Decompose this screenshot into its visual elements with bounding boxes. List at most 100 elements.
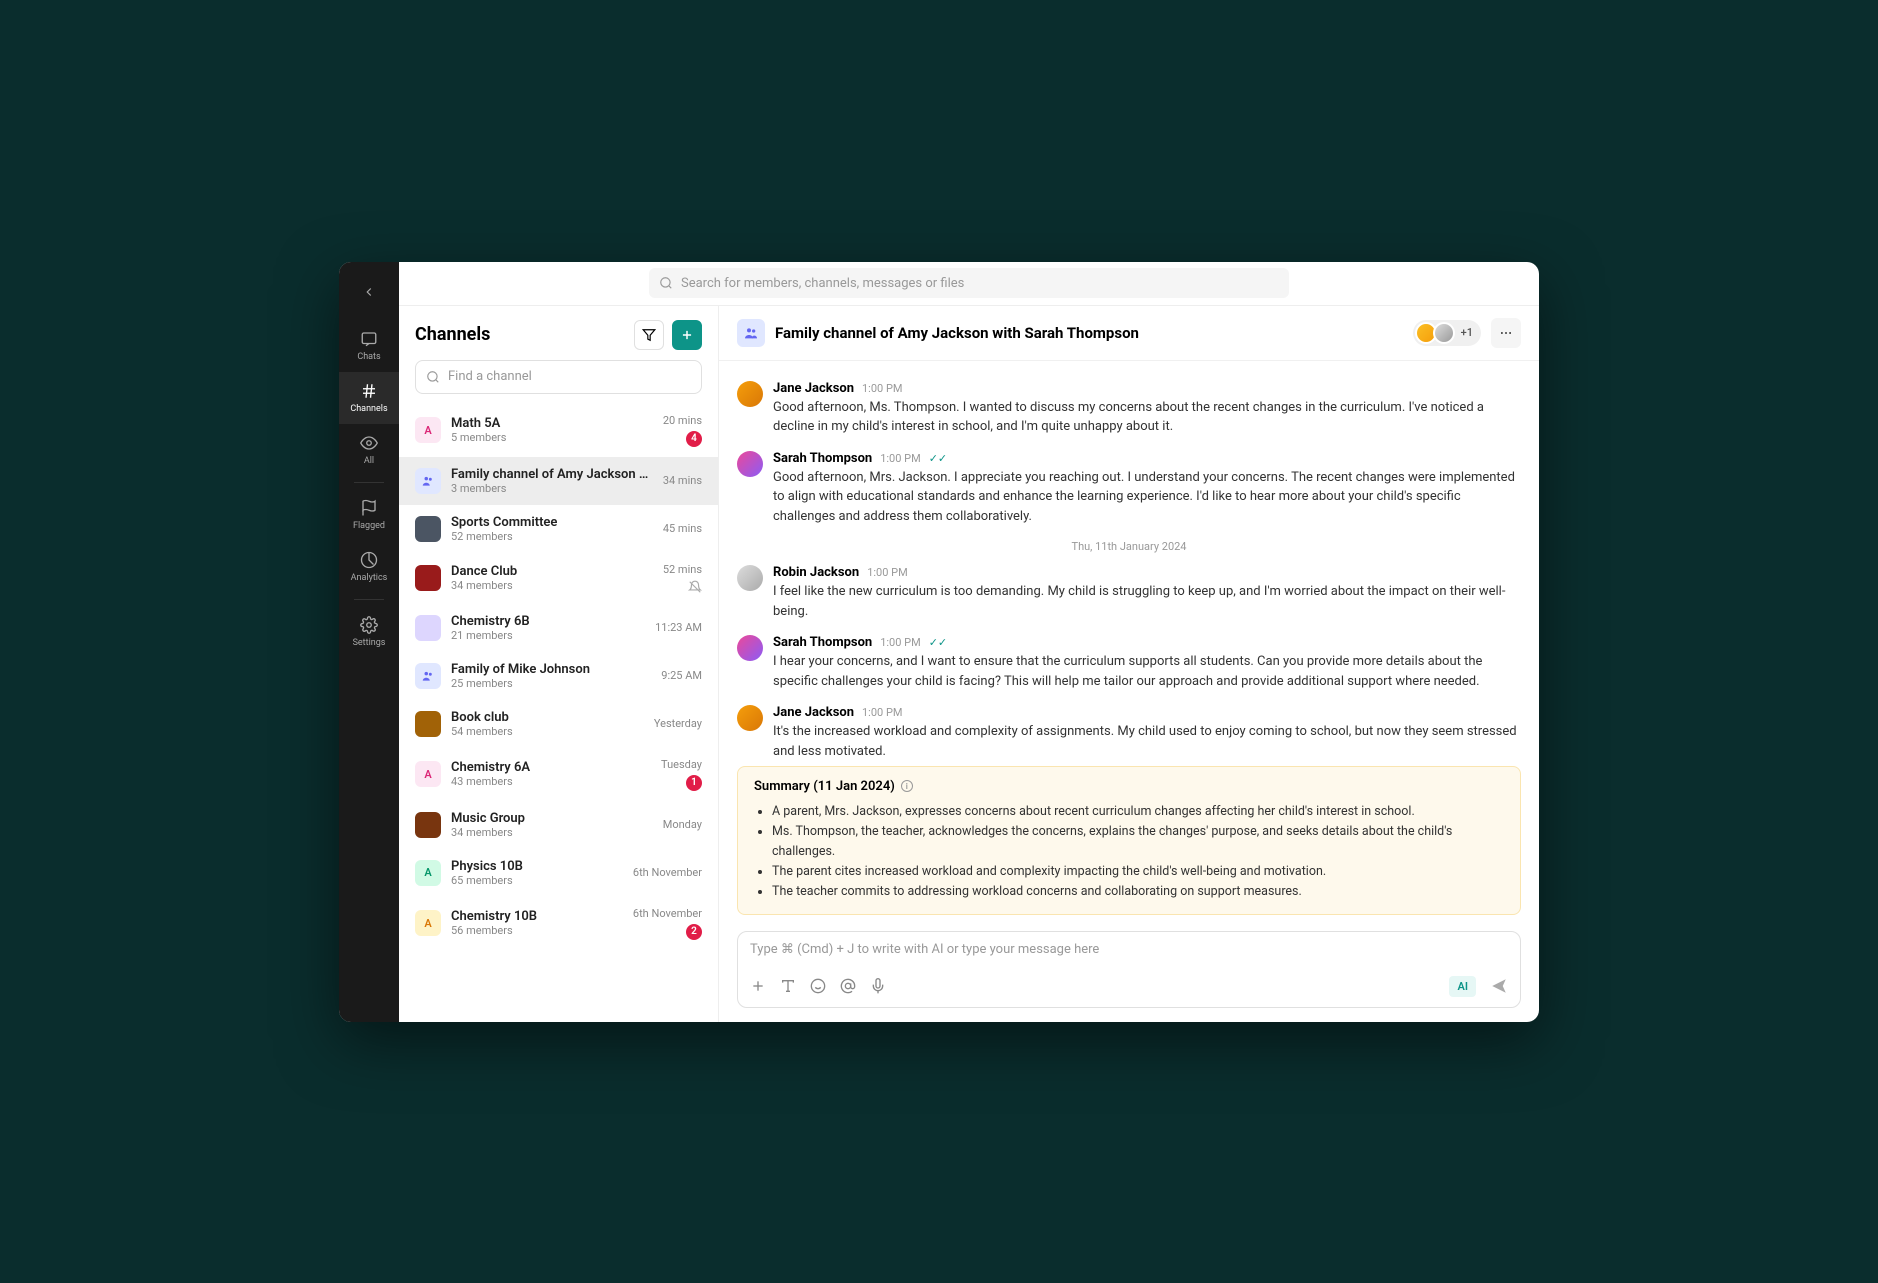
channel-list[interactable]: A Math 5A 5 members 20 mins 4 Family cha… [399, 404, 718, 1022]
channel-members: 34 members [451, 579, 653, 592]
nav-label: Analytics [351, 573, 388, 583]
info-icon[interactable]: i [901, 780, 913, 792]
message-avatar [737, 705, 763, 731]
channel-item[interactable]: Sports Committee 52 members 45 mins [399, 505, 718, 553]
channel-name: Physics 10B [451, 859, 623, 874]
unread-badge: 2 [686, 924, 702, 940]
member-avatars[interactable]: +1 [1413, 320, 1481, 346]
format-button[interactable] [780, 978, 796, 994]
channel-search-input[interactable]: Find a channel [415, 360, 702, 394]
message: Sarah Thompson 1:00 PM ✓✓ Good afternoon… [737, 451, 1521, 527]
channel-name: Music Group [451, 811, 653, 826]
nav-chats[interactable]: Chats [339, 320, 399, 372]
message-time: 1:00 PM [880, 452, 920, 465]
channel-name: Chemistry 6A [451, 760, 651, 775]
channel-name: Dance Club [451, 564, 653, 579]
nav-flagged[interactable]: Flagged [339, 489, 399, 541]
channel-avatar [415, 663, 441, 689]
channel-item[interactable]: Dance Club 34 members 52 mins [399, 553, 718, 604]
hash-icon [360, 382, 378, 400]
channel-item[interactable]: Chemistry 6B 21 members 11:23 AM [399, 604, 718, 652]
channel-avatar: A [415, 860, 441, 886]
message: Jane Jackson 1:00 PM Good afternoon, Ms.… [737, 381, 1521, 437]
dots-icon [1499, 326, 1513, 340]
channel-avatar [415, 565, 441, 591]
channel-members: 56 members [451, 924, 623, 937]
summary-title: Summary (11 Jan 2024) i [754, 779, 1504, 794]
nav-channels[interactable]: Channels [339, 372, 399, 424]
channel-item[interactable]: A Chemistry 10B 56 members 6th November … [399, 897, 718, 950]
channel-time: 6th November [633, 866, 702, 879]
mention-button[interactable] [840, 978, 856, 994]
channel-members: 65 members [451, 874, 623, 887]
channel-name: Chemistry 10B [451, 909, 623, 924]
emoji-button[interactable] [810, 978, 826, 994]
filter-icon [642, 328, 656, 342]
message-author: Jane Jackson [773, 705, 854, 720]
channel-item[interactable]: Family channel of Amy Jackson with S... … [399, 457, 718, 505]
composer-toolbar: AI [750, 976, 1508, 997]
add-channel-button[interactable] [672, 320, 702, 350]
analytics-icon [360, 551, 378, 569]
channel-avatar [415, 615, 441, 641]
send-button[interactable] [1490, 977, 1508, 995]
message-avatar [737, 635, 763, 661]
avatar-more-count: +1 [1461, 326, 1473, 339]
read-check-icon: ✓✓ [929, 636, 947, 649]
channel-time: 9:25 AM [661, 669, 702, 682]
channel-members: 21 members [451, 629, 645, 642]
channel-members: 3 members [451, 482, 653, 495]
channel-time: Yesterday [654, 717, 702, 730]
attach-button[interactable] [750, 978, 766, 994]
chat-more-button[interactable] [1491, 318, 1521, 348]
search-icon [659, 276, 673, 290]
global-search-input[interactable]: Search for members, channels, messages o… [649, 268, 1289, 298]
mic-button[interactable] [870, 978, 886, 994]
message: Jane Jackson 1:00 PM It's the increased … [737, 705, 1521, 758]
channel-sidebar: Channels Find a channel A Math 5A 5 memb… [399, 306, 719, 1022]
sidebar-header: Channels [399, 306, 718, 360]
nav-all[interactable]: All [339, 424, 399, 476]
gear-icon [360, 616, 378, 634]
sidebar-title: Channels [415, 324, 626, 345]
channel-item[interactable]: Book club 54 members Yesterday [399, 700, 718, 748]
summary-bullet: Ms. Thompson, the teacher, acknowledges … [772, 822, 1504, 862]
channel-name: Family channel of Amy Jackson with S... [451, 467, 653, 482]
search-placeholder: Search for members, channels, messages o… [681, 276, 964, 291]
people-icon [743, 325, 759, 341]
flag-icon [360, 499, 378, 517]
channel-time: Tuesday [661, 758, 702, 771]
channel-type-icon [737, 319, 765, 347]
nav-rail: Chats Channels All Flagged Analytics Set… [339, 262, 399, 1022]
eye-icon [360, 434, 378, 452]
message-time: 1:00 PM [862, 706, 902, 719]
message-avatar [737, 381, 763, 407]
message-avatar [737, 565, 763, 591]
nav-label: Chats [357, 352, 380, 362]
channel-members: 25 members [451, 677, 651, 690]
content: Channels Find a channel A Math 5A 5 memb… [399, 306, 1539, 1022]
channel-members: 34 members [451, 826, 653, 839]
channel-name: Family of Mike Johnson [451, 662, 651, 677]
composer-input[interactable]: Type ⌘ (Cmd) + J to write with AI or typ… [750, 942, 1508, 966]
channel-item[interactable]: A Chemistry 6A 43 members Tuesday 1 [399, 748, 718, 801]
channel-members: 43 members [451, 775, 651, 788]
channel-item[interactable]: Music Group 34 members Monday [399, 801, 718, 849]
nav-label: All [364, 456, 374, 466]
message-list[interactable]: Jane Jackson 1:00 PM Good afternoon, Ms.… [719, 361, 1539, 758]
channel-item[interactable]: A Physics 10B 65 members 6th November [399, 849, 718, 897]
message-time: 1:00 PM [880, 636, 920, 649]
channel-item[interactable]: A Math 5A 5 members 20 mins 4 [399, 404, 718, 457]
filter-button[interactable] [634, 320, 664, 350]
channel-name: Sports Committee [451, 515, 653, 530]
channel-item[interactable]: Family of Mike Johnson 25 members 9:25 A… [399, 652, 718, 700]
unread-badge: 4 [686, 431, 702, 447]
nav-settings[interactable]: Settings [339, 606, 399, 658]
ai-button[interactable]: AI [1449, 976, 1476, 997]
nav-analytics[interactable]: Analytics [339, 541, 399, 593]
message-text: I feel like the new curriculum is too de… [773, 582, 1521, 621]
summary-bullet: The parent cites increased workload and … [772, 862, 1504, 882]
channel-avatar: A [415, 417, 441, 443]
back-button[interactable] [351, 274, 387, 310]
app-window: Chats Channels All Flagged Analytics Set… [339, 262, 1539, 1022]
